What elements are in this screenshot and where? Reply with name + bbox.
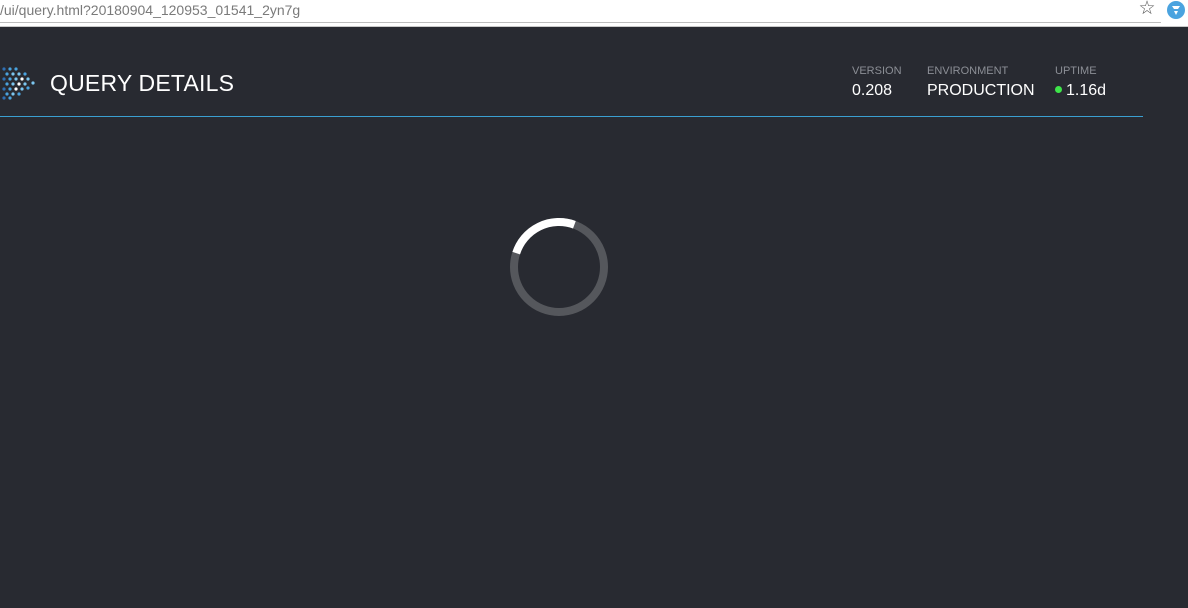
environment-value: PRODUCTION [927, 82, 1035, 99]
version-label: VERSION [852, 65, 902, 77]
logo-dot [17, 92, 21, 96]
logo-dot [2, 87, 6, 91]
spinner-arc [512, 217, 576, 255]
version-value: 0.208 [852, 82, 893, 99]
logo-dot [14, 87, 18, 91]
logo-dot [20, 87, 24, 91]
dots-logo-icon[interactable] [0, 66, 36, 100]
url-field[interactable]: /ui/query.html?20180904_120953_01541_2yn… [0, 0, 300, 22]
uptime-value-wrap: 1.16d [1055, 82, 1106, 100]
logo-dot [23, 82, 27, 86]
logo-dot [2, 67, 6, 71]
logo-dot [8, 87, 12, 91]
logo-dot [11, 72, 15, 76]
uptime-stat: UPTIME 1.16d [1055, 65, 1106, 100]
address-bar-divider [0, 22, 1161, 23]
logo-dot [26, 77, 30, 81]
logo-dot [8, 77, 12, 81]
logo-dot [31, 81, 35, 85]
logo-dot [23, 72, 27, 76]
logo-dot [26, 86, 30, 90]
page-header: QUERY DETAILS VERSION 0.208 ENVIRONMENT … [0, 28, 1143, 117]
browser-address-bar: /ui/query.html?20180904_120953_01541_2yn… [0, 0, 1188, 27]
logo-dot [5, 72, 9, 76]
version-stat: VERSION 0.208 [852, 65, 902, 100]
page-title: QUERY DETAILS [50, 70, 235, 96]
environment-stat: ENVIRONMENT PRODUCTION [927, 65, 1035, 100]
star-icon[interactable]: ☆ [1137, 0, 1157, 20]
logo-dot [2, 77, 6, 81]
logo-dot [8, 67, 12, 71]
logo-dot [5, 92, 9, 96]
extension-icon[interactable] [1166, 0, 1186, 20]
uptime-label: UPTIME [1055, 65, 1097, 77]
logo-dot [20, 77, 24, 81]
logo-dot [14, 77, 18, 81]
uptime-value: 1.16d [1066, 82, 1107, 99]
logo-dot [2, 96, 6, 100]
environment-label: ENVIRONMENT [927, 65, 1009, 77]
logo-dot [11, 92, 15, 96]
spinner-icon [508, 216, 610, 318]
status-dot-icon [1055, 86, 1062, 94]
logo-dot [8, 96, 12, 100]
logo-dot [5, 82, 9, 86]
logo-dot [17, 72, 21, 76]
logo-dot [14, 67, 18, 71]
logo-dot [17, 82, 21, 86]
logo-dot [11, 82, 15, 86]
